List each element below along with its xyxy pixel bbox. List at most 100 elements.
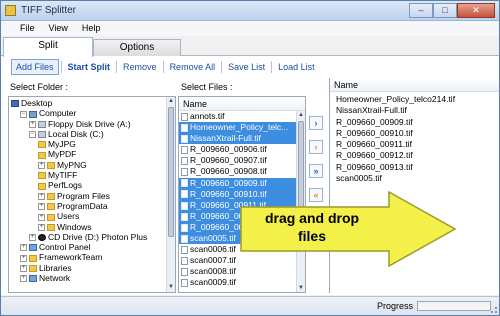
tree-item[interactable]: PerfLogs (9, 180, 175, 190)
tree-item[interactable]: + MyPNG (9, 160, 175, 170)
add-all-icon[interactable]: » (309, 164, 323, 178)
add-selected-icon[interactable]: › (309, 116, 323, 130)
tree-item[interactable]: − Local Disk (C:) (9, 129, 175, 139)
tiff-file-icon (181, 134, 188, 143)
file-name: NissanXtrail-Full.tif (190, 133, 261, 144)
tiff-file-icon (181, 190, 188, 199)
selected-files-header[interactable]: Name (330, 78, 499, 92)
expand-toggle-icon[interactable]: + (38, 203, 45, 211)
tree-item[interactable]: + FrameworkTeam (9, 252, 175, 262)
selected-file-row[interactable]: R_009660_00910.tif (330, 128, 499, 139)
tree-item[interactable]: + Network (9, 273, 175, 283)
tree-item[interactable]: + Floppy Disk Drive (A:) (9, 119, 175, 129)
tab-split[interactable]: Split (3, 37, 93, 57)
file-row[interactable]: R_009660_00906.tif (179, 144, 305, 155)
selected-file-row[interactable]: scan0005.tif (330, 173, 499, 184)
tiff-file-icon (181, 256, 188, 265)
tiff-file-icon (181, 146, 188, 155)
selected-file-row[interactable]: R_009660_00912.tif (330, 150, 499, 161)
tree-item-label: CD Drive (D:) Photon Plus (48, 231, 148, 242)
file-row[interactable]: R_009660_00909.tif (179, 177, 305, 189)
file-name: scan0009.tif (190, 277, 236, 288)
tree-item-label: MyPDF (48, 149, 77, 160)
tree-item[interactable]: Desktop (9, 98, 175, 108)
tree-item[interactable]: MyJPG (9, 139, 175, 149)
tree-item[interactable]: MyTIFF (9, 170, 175, 180)
select-files-label: Select Files : (181, 82, 233, 92)
scroll-down-icon[interactable]: ▼ (297, 284, 305, 292)
tab-options[interactable]: Options (93, 39, 181, 56)
tree-item[interactable]: + CD Drive (D:) Photon Plus (9, 232, 175, 242)
expand-toggle-icon[interactable]: + (29, 120, 36, 128)
resize-grip-icon[interactable] (491, 307, 497, 313)
app-icon (5, 5, 16, 16)
scroll-thumb[interactable] (168, 107, 174, 237)
file-row[interactable]: R_009660_00907.tif (179, 155, 305, 166)
drag-drop-line-1: drag and drop (264, 210, 360, 226)
remove-all-button[interactable]: Remove All (166, 60, 220, 74)
remove-selected-icon[interactable]: ‹ (309, 140, 323, 154)
file-row[interactable]: NissanXtrail-Full.tif (179, 133, 305, 145)
tree-item[interactable]: + Users (9, 211, 175, 221)
expand-toggle-icon[interactable]: + (20, 244, 27, 252)
menu-bar: File View Help (1, 21, 499, 36)
expand-toggle-icon[interactable]: + (38, 213, 45, 221)
folder-icon (38, 172, 46, 180)
remove-button[interactable]: Remove (119, 60, 161, 74)
file-row[interactable]: annots.tif (179, 111, 305, 122)
menu-file[interactable]: File (13, 21, 42, 36)
maximize-button[interactable]: □ (433, 3, 457, 18)
expand-toggle-icon[interactable]: + (38, 192, 45, 200)
selected-file-row[interactable]: Homeowner_Policy_telco214.tif (330, 94, 499, 105)
select-folder-label: Select Folder : (10, 82, 69, 92)
file-row[interactable]: scan0008.tif (179, 266, 305, 277)
file-list-header[interactable]: Name (179, 97, 305, 111)
expand-toggle-icon[interactable]: + (20, 254, 27, 262)
tiff-file-icon (181, 201, 188, 210)
tree-item-label: Windows (57, 221, 92, 232)
close-button[interactable]: ✕ (457, 3, 495, 18)
file-row[interactable]: scan0009.tif (179, 277, 305, 288)
tiff-file-icon (181, 245, 188, 254)
folder-tree[interactable]: Desktop − Computer + Floppy Disk Drive (A:) −… (8, 96, 176, 293)
add-files-button[interactable]: Add Files (11, 59, 59, 75)
tree-item[interactable]: + Windows (9, 222, 175, 232)
tree-item[interactable]: + Program Files (9, 191, 175, 201)
file-name: R_009660_00909.tif (190, 177, 267, 188)
tree-item[interactable]: MyPDF (9, 149, 175, 159)
scroll-up-icon[interactable]: ▲ (297, 111, 305, 120)
tiff-file-icon (181, 112, 188, 121)
tree-item[interactable]: + ProgramData (9, 201, 175, 211)
selected-file-row[interactable]: R_009660_00911.tif (330, 139, 499, 150)
expand-toggle-icon[interactable]: + (29, 234, 36, 242)
minimize-button[interactable]: – (409, 3, 433, 18)
start-split-button[interactable]: Start Split (64, 60, 115, 74)
menu-help[interactable]: Help (75, 21, 108, 36)
file-name: R_009660_00907.tif (190, 155, 267, 166)
scroll-up-icon[interactable]: ▲ (167, 97, 175, 106)
progress-bar (417, 301, 491, 311)
tree-item[interactable]: − Computer (9, 108, 175, 118)
tree-item[interactable]: + Libraries (9, 263, 175, 273)
file-row[interactable]: R_009660_00908.tif (179, 166, 305, 177)
status-bar: Progress (1, 296, 499, 315)
folder-scrollbar[interactable]: ▲ ▼ (166, 97, 175, 292)
tree-item[interactable]: + Control Panel (9, 242, 175, 252)
save-list-button[interactable]: Save List (224, 60, 269, 74)
control-panel-icon (29, 244, 37, 252)
menu-view[interactable]: View (42, 21, 75, 36)
expand-toggle-icon[interactable]: − (20, 110, 27, 118)
selected-file-row[interactable]: R_009660_00909.tif (330, 117, 499, 128)
expand-toggle-icon[interactable]: + (38, 162, 45, 170)
selected-file-row[interactable]: NissanXtrail-Full.tif (330, 105, 499, 116)
expand-toggle-icon[interactable]: + (20, 265, 27, 272)
scroll-down-icon[interactable]: ▼ (167, 283, 175, 292)
tree-item-label: ProgramData (57, 200, 108, 211)
drag-drop-line-2: files (297, 228, 326, 244)
load-list-button[interactable]: Load List (274, 60, 319, 74)
selected-file-row[interactable]: R_009660_00913.tif (330, 162, 499, 173)
expand-toggle-icon[interactable]: + (20, 275, 27, 283)
file-row[interactable]: Homeowner_Policy_telc... (179, 122, 305, 134)
expand-toggle-icon[interactable]: + (38, 223, 45, 231)
expand-toggle-icon[interactable]: − (29, 131, 36, 139)
